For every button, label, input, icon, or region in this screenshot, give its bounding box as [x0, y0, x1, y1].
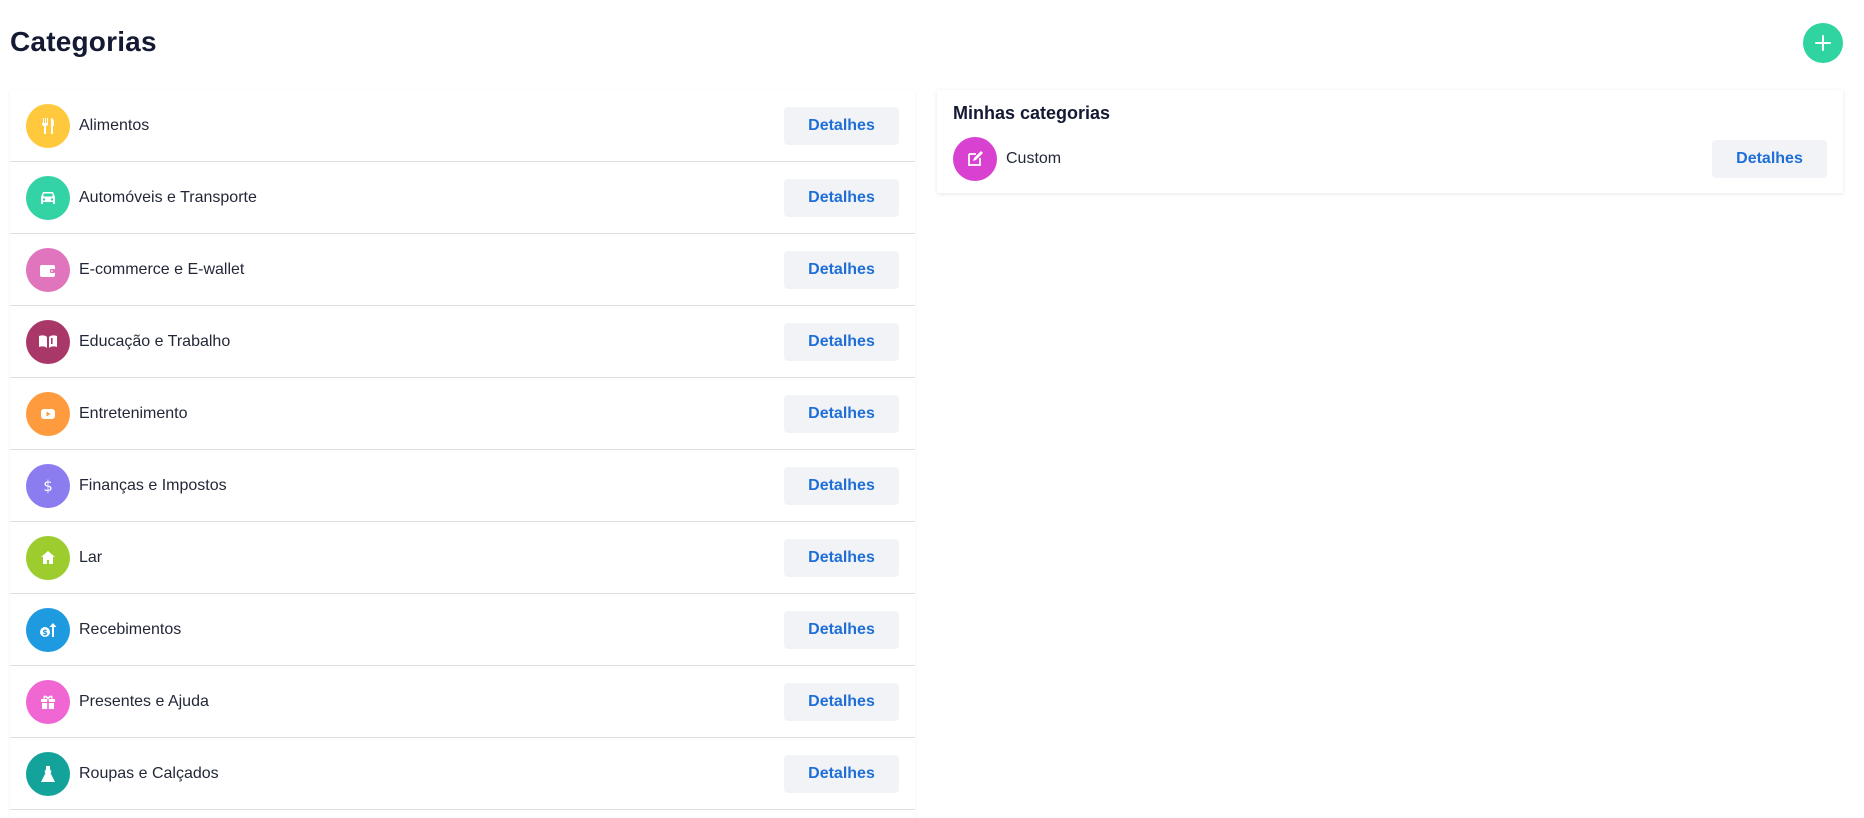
details-button[interactable]: Detalhes: [784, 538, 899, 577]
category-row: Automóveis e Transporte Detalhes: [10, 162, 915, 234]
details-button[interactable]: Detalhes: [784, 322, 899, 361]
utensils-icon: [26, 103, 70, 148]
category-label: E-commerce e E-wallet: [79, 260, 245, 278]
wallet-icon: [26, 247, 70, 292]
home-icon: [26, 535, 70, 580]
svg-text:$: $: [42, 628, 48, 637]
details-button[interactable]: Detalhes: [784, 466, 899, 505]
details-button[interactable]: Detalhes: [784, 250, 899, 289]
my-category-row: Custom Detalhes: [953, 137, 1827, 181]
book-icon: [26, 319, 70, 364]
car-icon: [26, 175, 70, 220]
category-row: E-commerce e E-wallet Detalhes: [10, 234, 915, 306]
category-row: Roupas e Calçados Detalhes: [10, 738, 915, 810]
category-label: Recebimentos: [79, 620, 182, 638]
my-categories-title: Minhas categorias: [953, 103, 1111, 123]
dollar-icon: $: [26, 463, 70, 508]
plus-icon: [1813, 33, 1833, 53]
category-row: Entretenimento Detalhes: [10, 378, 915, 450]
details-button[interactable]: Detalhes: [784, 682, 899, 721]
play-icon: [26, 391, 70, 436]
details-button[interactable]: Detalhes: [784, 178, 899, 217]
add-category-button[interactable]: [1803, 23, 1843, 63]
category-row: Lar Detalhes: [10, 522, 915, 594]
details-button[interactable]: Detalhes: [784, 754, 899, 793]
category-label: Entretenimento: [79, 404, 188, 422]
category-label: Alimentos: [79, 116, 150, 134]
gift-icon: [26, 679, 70, 724]
money-up-icon: $: [26, 607, 70, 652]
details-button[interactable]: Detalhes: [784, 106, 899, 145]
category-label: Finanças e Impostos: [79, 476, 227, 494]
category-row: Presentes e Ajuda Detalhes: [10, 666, 915, 738]
svg-text:$: $: [43, 477, 53, 495]
dress-icon: [26, 751, 70, 796]
category-label: Educação e Trabalho: [79, 332, 231, 350]
details-button[interactable]: Detalhes: [784, 610, 899, 649]
details-button[interactable]: Detalhes: [1712, 140, 1827, 178]
category-row: Alimentos Detalhes: [10, 90, 915, 162]
category-row: $ Finanças e Impostos Detalhes: [10, 450, 915, 522]
page-title: Categorias: [10, 26, 157, 57]
my-category-label: Custom: [1006, 150, 1062, 167]
category-label: Presentes e Ajuda: [79, 692, 209, 710]
details-button[interactable]: Detalhes: [784, 394, 899, 433]
category-row: Educação e Trabalho Detalhes: [10, 306, 915, 378]
category-label: Roupas e Calçados: [79, 764, 219, 782]
edit-icon: [953, 137, 997, 181]
category-label: Automóveis e Transporte: [79, 188, 257, 206]
category-row: $ Recebimentos Detalhes: [10, 594, 915, 666]
category-label: Lar: [79, 548, 103, 566]
category-list: Alimentos Detalhes Automóveis e Transpor…: [10, 90, 915, 818]
my-categories-card: Minhas categorias Custom Detalhes: [937, 90, 1843, 193]
